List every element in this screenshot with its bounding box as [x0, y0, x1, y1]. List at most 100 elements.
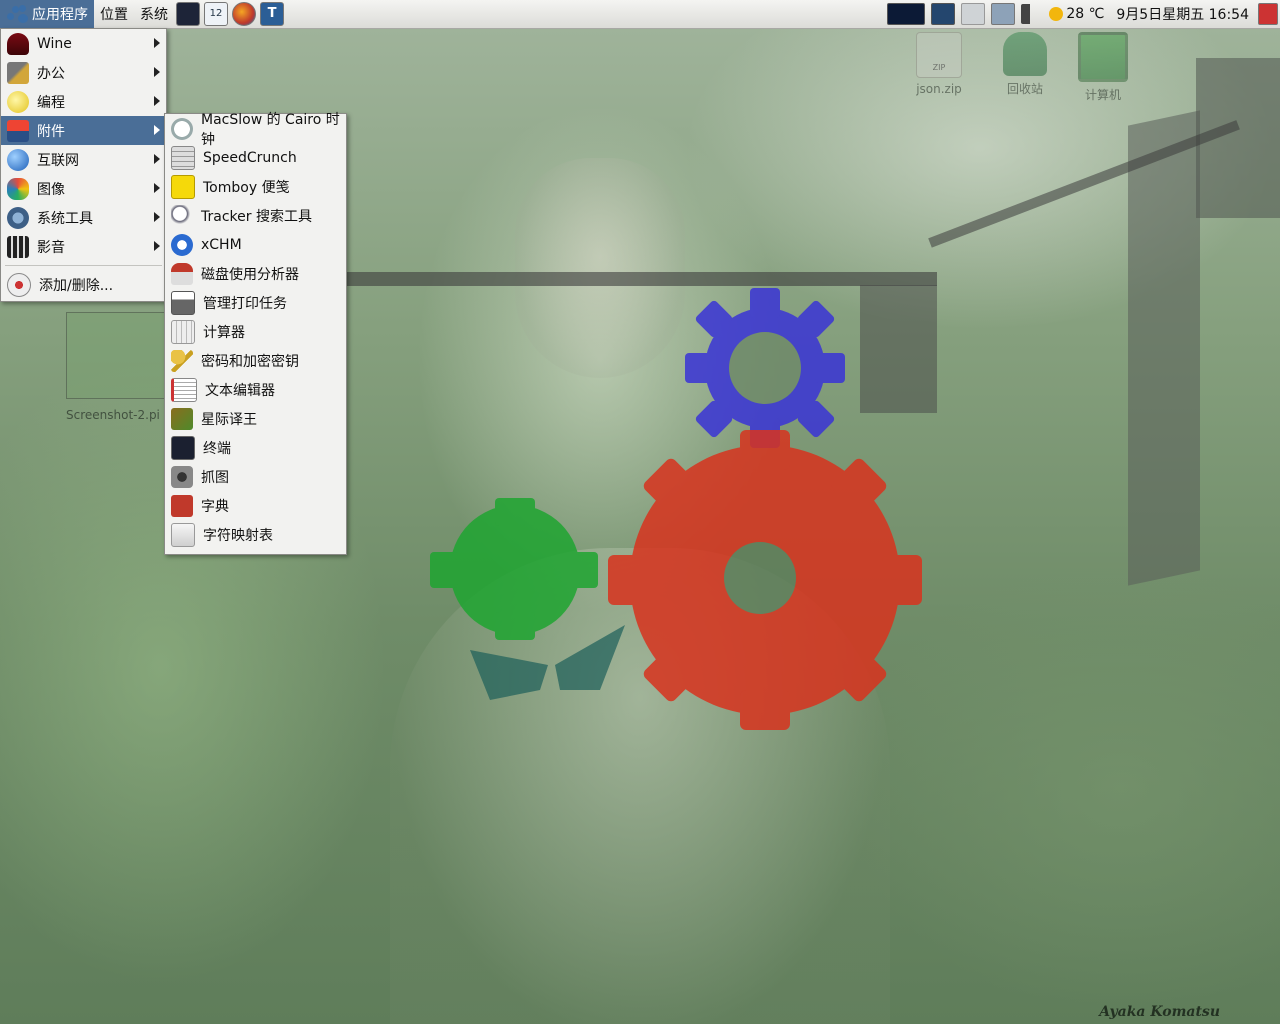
network-icon[interactable] [991, 3, 1016, 25]
menu-item-label: 添加/删除... [39, 277, 114, 294]
weather-temperature[interactable]: 28 ℃ [1066, 6, 1104, 22]
firefox-launcher-icon[interactable] [232, 2, 256, 26]
menu-item-label: xCHM [201, 236, 242, 253]
clock[interactable]: 9月5日星期五 16:54 [1116, 4, 1249, 24]
terminal-icon [171, 435, 195, 460]
menu-item-label: 互联网 [37, 152, 79, 169]
menu-item-office[interactable]: 办公 [1, 58, 166, 87]
menu-item-wine[interactable]: Wine [1, 29, 166, 58]
menu-item-label: SpeedCrunch [203, 149, 297, 166]
menu-item-xchm[interactable]: xCHM [165, 230, 346, 259]
menu-item-print-jobs[interactable]: 管理打印任务 [165, 288, 346, 317]
places-menu[interactable]: 位置 [94, 0, 134, 28]
help-icon [171, 233, 193, 256]
menu-item-passwords-keys[interactable]: 密码和加密密钥 [165, 346, 346, 375]
menu-item-label: 文本编辑器 [205, 382, 275, 399]
menu-item-label: 管理打印任务 [203, 295, 287, 312]
gnome-foot-icon [6, 4, 28, 24]
menu-item-label: 编程 [37, 94, 65, 111]
menu-item-tomboy[interactable]: Tomboy 便笺 [165, 172, 346, 201]
applications-menu[interactable]: 应用程序 [0, 0, 94, 28]
menu-item-label: 计算器 [203, 324, 245, 341]
weather-icon[interactable] [1049, 7, 1064, 21]
key-icon [171, 349, 193, 372]
menu-item-stardict[interactable]: 星际译王 [165, 404, 346, 433]
printer-icon[interactable] [961, 3, 986, 25]
calendar-launcher-icon[interactable]: 12 [204, 2, 228, 26]
menu-item-character-map[interactable]: 字符映射表 [165, 520, 346, 549]
menu-item-add-remove[interactable]: 添加/删除... [1, 270, 166, 299]
applications-dropdown: Wine 办公 编程 附件 互联网 图像 系统工具 影音 添加/删除... [0, 28, 167, 302]
menu-item-dictionary[interactable]: 字典 [165, 491, 346, 520]
menu-item-terminal[interactable]: 终端 [165, 433, 346, 462]
menu-item-label: 系统工具 [37, 210, 93, 227]
menu-item-label: 磁盘使用分析器 [201, 266, 299, 283]
menu-item-label: 附件 [37, 123, 65, 140]
clock-icon [171, 117, 193, 140]
system-menu-label: 系统 [140, 7, 168, 23]
search-icon [171, 204, 193, 227]
menu-item-label: 抓图 [201, 469, 229, 486]
submenu-arrow-icon [154, 183, 160, 193]
workspace-switcher-icon[interactable] [931, 3, 956, 25]
menu-item-calculator[interactable]: 计算器 [165, 317, 346, 346]
top-panel: 应用程序 位置 系统 12 T 28 ℃ 9月5日星期五 16:54 [0, 0, 1280, 29]
menu-item-text-editor[interactable]: 文本编辑器 [165, 375, 346, 404]
blue-gear [685, 288, 845, 448]
menu-item-programming[interactable]: 编程 [1, 87, 166, 116]
menu-item-label: 字典 [201, 498, 229, 515]
tomboy-note-icon [171, 174, 195, 199]
calculator-icon [171, 319, 195, 344]
red-gear [608, 430, 922, 730]
menu-item-label: 密码和加密密钥 [201, 353, 299, 370]
menu-item-tracker[interactable]: Tracker 搜索工具 [165, 201, 346, 230]
system-menu[interactable]: 系统 [134, 0, 174, 28]
menu-item-multimedia[interactable]: 影音 [1, 232, 166, 261]
text-editor-icon [171, 377, 197, 402]
character-map-icon [171, 522, 195, 547]
terminal-launcher-icon[interactable] [176, 2, 200, 26]
text-editor-launcher-icon[interactable]: T [260, 2, 284, 26]
stardict-icon [171, 407, 193, 430]
green-gear [430, 498, 598, 640]
multimedia-icon [7, 235, 29, 258]
wine-icon [7, 32, 29, 55]
system-tools-icon [7, 206, 29, 229]
submenu-arrow-icon [154, 96, 160, 106]
notification-area: 28 ℃ 9月5日星期五 16:54 [884, 0, 1280, 28]
menu-item-label: 图像 [37, 181, 65, 198]
submenu-arrow-icon [154, 67, 160, 77]
submenu-arrow-icon [154, 241, 160, 251]
submenu-arrow-icon [154, 125, 160, 135]
menu-item-internet[interactable]: 互联网 [1, 145, 166, 174]
submenu-arrow-icon [154, 38, 160, 48]
system-monitor-icon[interactable] [887, 3, 926, 25]
menu-item-label: 办公 [37, 65, 65, 82]
disk-usage-icon [171, 262, 193, 285]
menu-item-label: 字符映射表 [203, 527, 273, 544]
places-menu-label: 位置 [100, 7, 128, 23]
menu-item-speedcrunch[interactable]: SpeedCrunch [165, 143, 346, 172]
dictionary-icon [171, 494, 193, 517]
menu-item-disk-usage[interactable]: 磁盘使用分析器 [165, 259, 346, 288]
menu-item-label: 影音 [37, 239, 65, 256]
printer-icon [171, 290, 195, 315]
accessories-icon [7, 119, 29, 142]
menu-item-screenshot[interactable]: 抓图 [165, 462, 346, 491]
menu-item-cairo-clock[interactable]: MacSlow 的 Cairo 时钟 [165, 112, 346, 148]
menu-item-accessories[interactable]: 附件 [1, 116, 166, 145]
logout-icon[interactable] [1258, 3, 1278, 25]
submenu-arrow-icon [154, 154, 160, 164]
accessories-submenu: MacSlow 的 Cairo 时钟 SpeedCrunch Tomboy 便笺… [164, 112, 347, 555]
menu-item-system-tools[interactable]: 系统工具 [1, 203, 166, 232]
submenu-arrow-icon [154, 212, 160, 222]
camera-icon [171, 465, 193, 488]
volume-icon[interactable] [1021, 4, 1044, 24]
menu-item-label: 终端 [203, 440, 231, 457]
internet-icon [7, 148, 29, 171]
menu-item-graphics[interactable]: 图像 [1, 174, 166, 203]
menu-separator [5, 265, 162, 266]
menu-item-label: 星际译王 [201, 411, 257, 428]
butterfly [470, 625, 625, 700]
menu-item-label: Tomboy 便笺 [203, 179, 290, 196]
